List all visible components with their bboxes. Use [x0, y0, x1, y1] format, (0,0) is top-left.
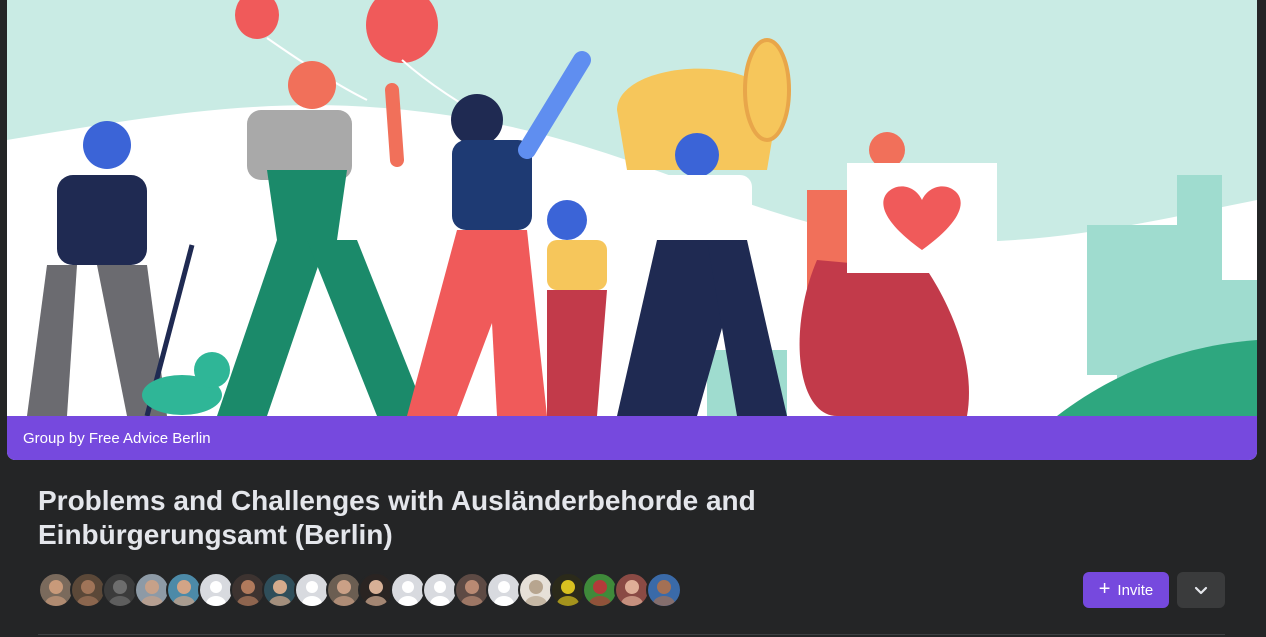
member-avatar[interactable]: [262, 572, 298, 608]
member-avatar[interactable]: [646, 572, 682, 608]
invite-button[interactable]: + Invite: [1083, 572, 1169, 608]
cover-illustration: [7, 0, 1257, 416]
chevron-down-icon: [1194, 586, 1208, 595]
member-avatar[interactable]: [582, 572, 618, 608]
member-avatar[interactable]: [102, 572, 138, 608]
member-avatar[interactable]: [390, 572, 426, 608]
member-avatar[interactable]: [294, 572, 330, 608]
group-owner-link[interactable]: Group by Free Advice Berlin: [7, 430, 211, 447]
member-avatar[interactable]: [166, 572, 202, 608]
member-avatar[interactable]: [326, 572, 362, 608]
page-title: Problems and Challenges with Ausländerbe…: [38, 485, 756, 550]
cover-photo[interactable]: Group by Free Advice Berlin: [7, 0, 1257, 460]
plus-icon: +: [1098, 578, 1111, 600]
member-avatar[interactable]: [38, 572, 74, 608]
member-avatar[interactable]: [550, 572, 586, 608]
member-avatar[interactable]: [614, 572, 650, 608]
member-avatar[interactable]: [454, 572, 490, 608]
more-options-button[interactable]: [1177, 572, 1225, 608]
member-avatar[interactable]: [134, 572, 170, 608]
member-avatar[interactable]: [486, 572, 522, 608]
member-avatars[interactable]: [38, 572, 682, 608]
divider: [38, 634, 1225, 635]
member-avatar[interactable]: [230, 572, 266, 608]
member-avatar[interactable]: [70, 572, 106, 608]
group-owner-bar: Group by Free Advice Berlin: [7, 416, 1257, 460]
member-avatar[interactable]: [518, 572, 554, 608]
invite-label: Invite: [1117, 581, 1154, 599]
member-avatar[interactable]: [358, 572, 394, 608]
member-avatar[interactable]: [198, 572, 234, 608]
member-avatar[interactable]: [422, 572, 458, 608]
